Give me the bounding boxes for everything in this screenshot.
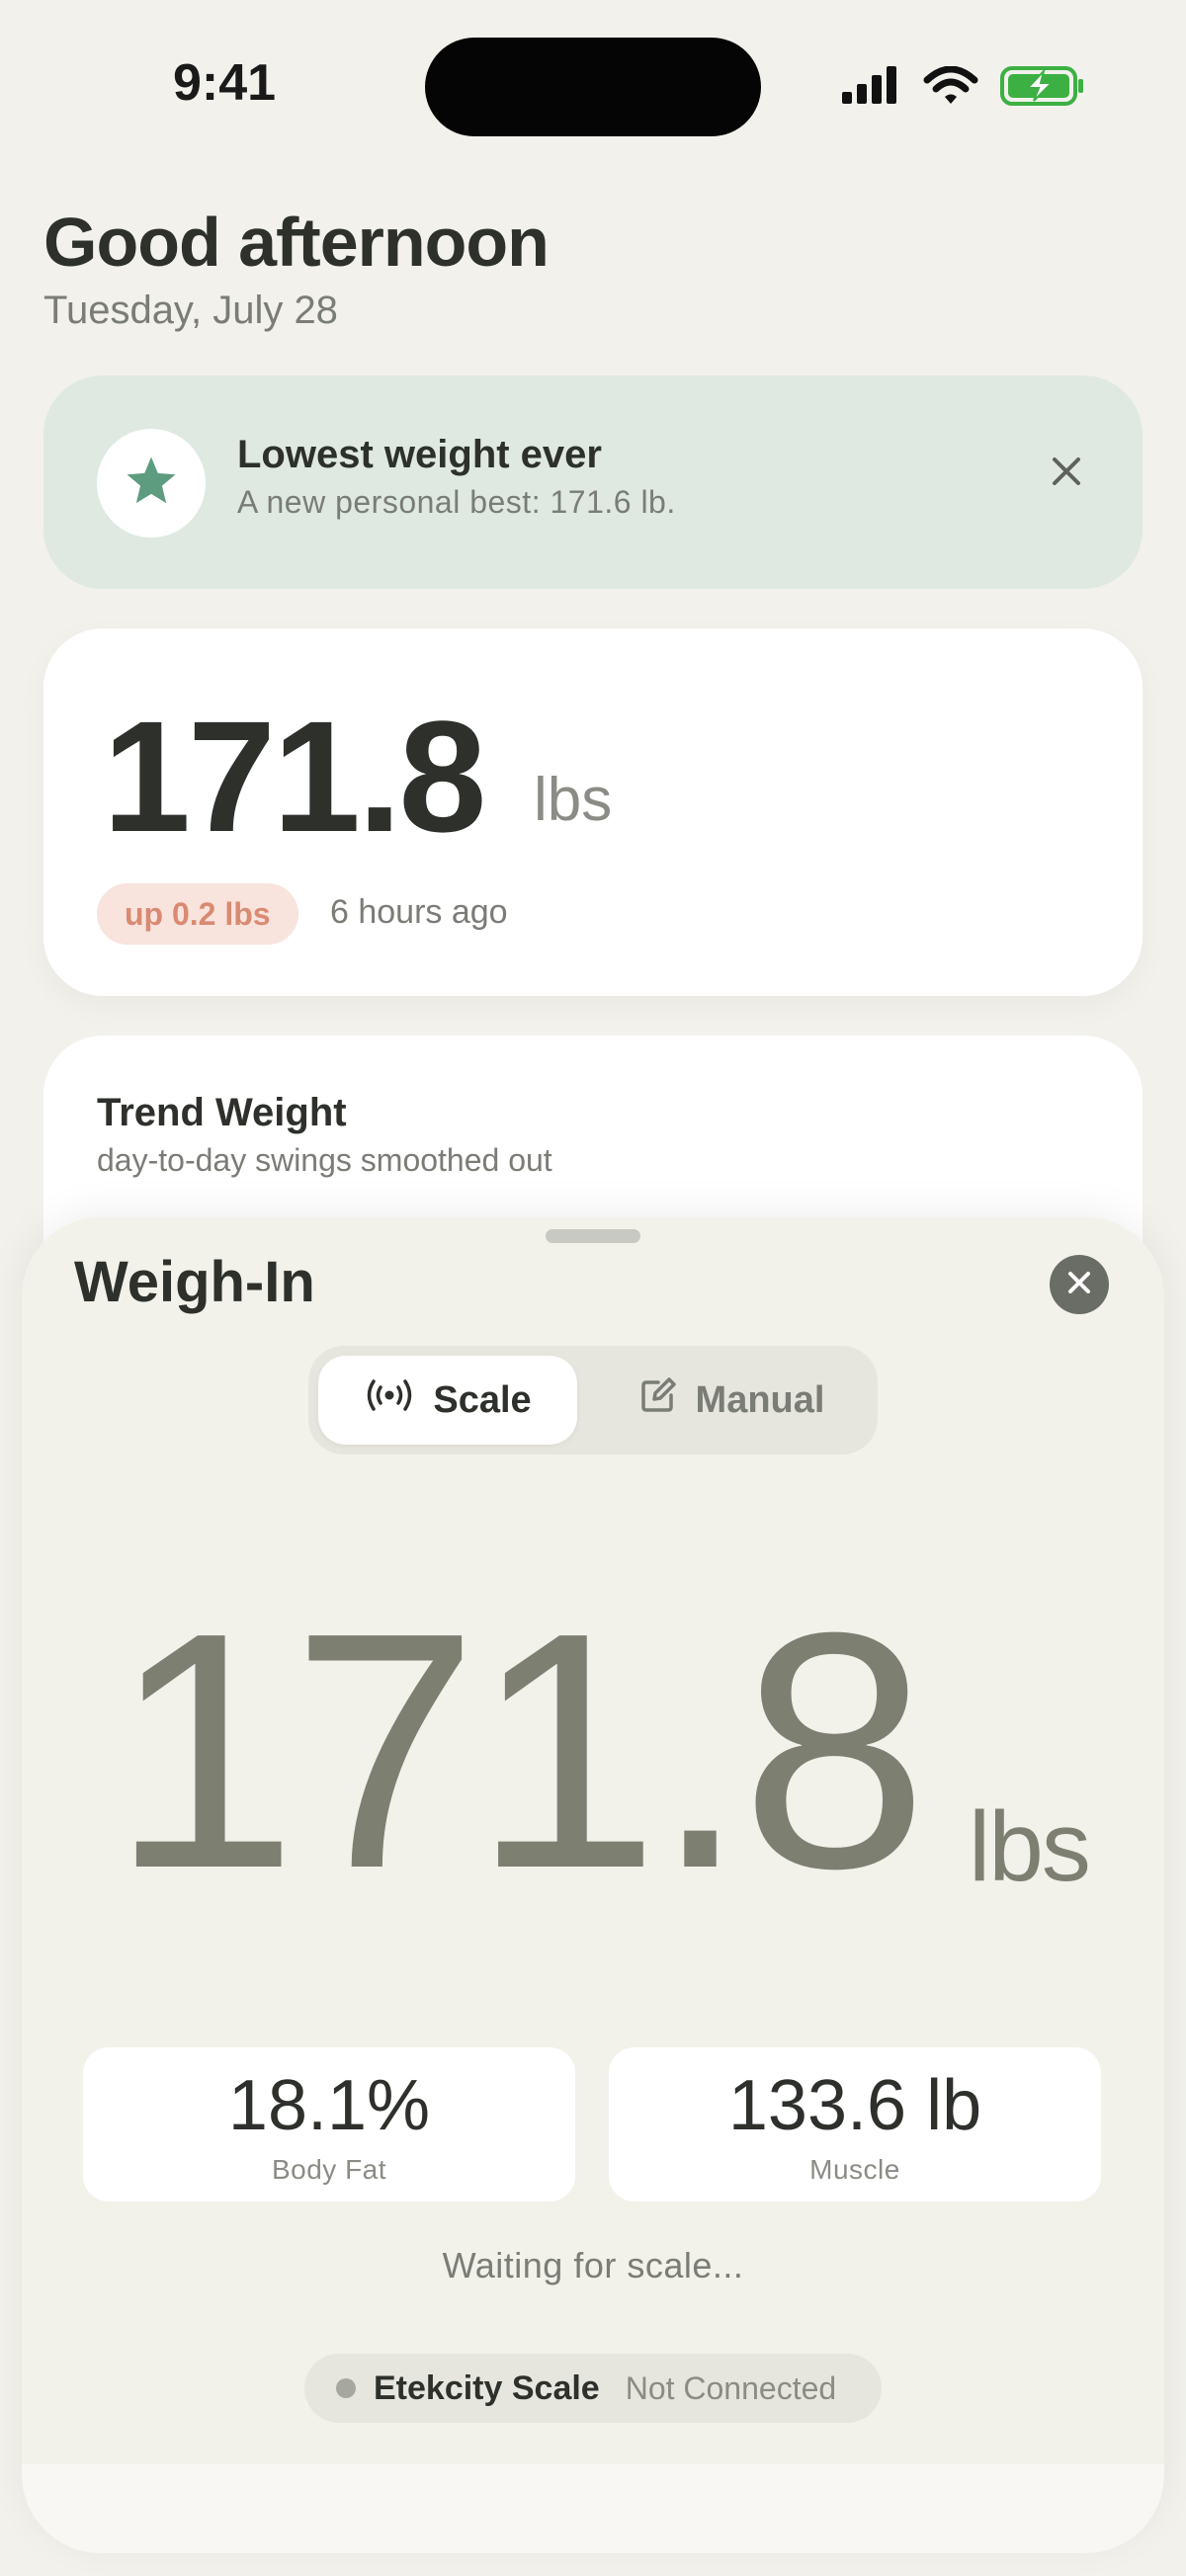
battery-charging-icon — [1000, 65, 1085, 112]
muscle-label: Muscle — [809, 2154, 900, 2185]
greeting-title: Good afternoon — [43, 204, 550, 281]
dynamic-island — [425, 38, 761, 136]
status-icons — [840, 65, 1085, 112]
current-weight-value: 171.8 — [103, 688, 486, 865]
tab-manual[interactable]: Manual — [595, 1356, 868, 1445]
scale-reading-value: 171.8 — [111, 1563, 928, 1939]
scale-device-name: Etekcity Scale — [374, 2368, 600, 2407]
tab-scale[interactable]: Scale — [318, 1356, 577, 1445]
sheet-close-button[interactable] — [1050, 1255, 1109, 1314]
body-fat-value: 18.1% — [227, 2066, 431, 2145]
weigh-in-sheet: Weigh-In Scale Manual 171.8 lbs 18.1% Bo… — [22, 1217, 1164, 2553]
current-weight-unit: lbs — [534, 766, 613, 834]
star-icon — [124, 455, 179, 513]
trend-subtitle: day-to-day swings smoothed out — [97, 1142, 552, 1178]
wifi-icon — [923, 65, 978, 111]
trend-title: Trend Weight — [97, 1091, 347, 1134]
cellular-signal-icon — [840, 66, 901, 111]
muscle-value: 133.6 lb — [727, 2066, 982, 2145]
current-weight-card[interactable]: 171.8 lbs up 0.2 lbs 6 hours ago — [43, 628, 1143, 996]
edit-icon — [638, 1375, 678, 1425]
scale-connection-pill[interactable]: Etekcity Scale Not Connected — [304, 2354, 882, 2423]
banner-title: Lowest weight ever — [237, 433, 602, 476]
tab-bar-backdrop — [22, 2464, 1164, 2553]
body-fat-metric: 18.1% Body Fat — [83, 2047, 575, 2202]
date-label: Tuesday, July 28 — [43, 289, 338, 332]
connection-status-dot — [336, 2378, 356, 2398]
tab-scale-label: Scale — [433, 1378, 532, 1421]
waiting-status: Waiting for scale... — [442, 2245, 744, 2285]
achievement-banner[interactable]: Lowest weight ever A new personal best: … — [43, 375, 1143, 589]
sheet-grabber[interactable] — [546, 1229, 640, 1243]
last-weigh-time: 6 hours ago — [330, 893, 508, 931]
input-mode-segmented-control: Scale Manual — [308, 1346, 878, 1454]
star-badge — [97, 429, 206, 538]
close-icon — [1066, 1270, 1092, 1300]
scale-reading-unit: lbs — [969, 1791, 1091, 1902]
status-bar: 9:41 — [0, 0, 1186, 168]
close-icon — [1050, 455, 1083, 493]
body-fat-label: Body Fat — [271, 2154, 387, 2185]
sheet-title: Weigh-In — [74, 1250, 315, 1314]
banner-subtitle: A new personal best: 171.6 lb. — [237, 484, 676, 520]
weight-change-badge: up 0.2 lbs — [97, 883, 298, 945]
banner-close-button[interactable] — [1032, 439, 1101, 508]
status-time: 9:41 — [173, 54, 277, 112]
broadcast-icon — [364, 1378, 415, 1422]
muscle-metric: 133.6 lb Muscle — [609, 2047, 1101, 2202]
tab-manual-label: Manual — [695, 1378, 825, 1421]
scale-connection-status: Not Connected — [625, 2369, 837, 2406]
